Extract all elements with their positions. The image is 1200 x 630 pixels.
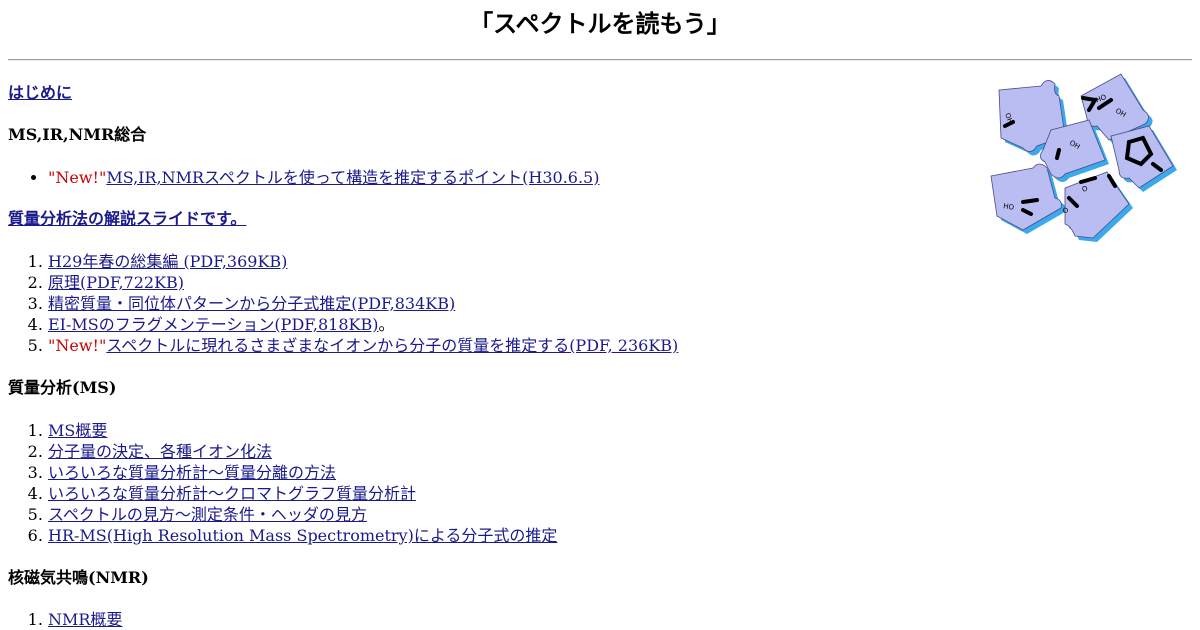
list-item: H29年春の総集編 (PDF,369KB) (48, 251, 678, 272)
list-item: 原理(PDF,722KB) (48, 272, 678, 293)
overview-heading: MS,IR,NMR総合 (8, 125, 147, 144)
page-title: 「スペクトルを読もう」 (469, 10, 731, 38)
nmr-link[interactable]: NMR概要 (48, 610, 122, 629)
slide-link[interactable]: 精密質量・同位体パターンから分子式推定(PDF,834KB) (48, 294, 455, 313)
ms-link[interactable]: いろいろな質量分析計～質量分離の方法 (48, 463, 336, 482)
nmr-heading: 核磁気共鳴(NMR) (8, 568, 149, 587)
list-item: いろいろな質量分析計～質量分離の方法 (48, 462, 557, 483)
list-item: MS概要 (48, 420, 557, 441)
list-item: "New!"MS,IR,NMRスペクトルを使って構造を推定するポイント(H30.… (48, 167, 599, 188)
list-item: 分子量の決定、各種イオン化法 (48, 441, 557, 462)
list-item: EI-MSのフラグメンテーション(PDF,818KB)。 (48, 314, 678, 335)
divider (8, 59, 1192, 61)
new-badge: "New!" (48, 336, 107, 355)
ms-link[interactable]: いろいろな質量分析計～クロマトグラフ質量分析計 (48, 484, 416, 503)
structure-estimation-link[interactable]: MS,IR,NMRスペクトルを使って構造を推定するポイント(H30.6.5) (106, 168, 599, 187)
slides-list: H29年春の総集編 (PDF,369KB) 原理(PDF,722KB) 精密質量… (8, 251, 678, 356)
puzzle-molecule-logo: OH OH OH HO O OH O (990, 73, 1177, 242)
ms-list: MS概要 分子量の決定、各種イオン化法 いろいろな質量分析計～質量分離の方法 い… (8, 420, 557, 546)
overview-list: "New!"MS,IR,NMRスペクトルを使って構造を推定するポイント(H30.… (8, 167, 599, 188)
slides-heading: 質量分析法の解説スライドです。 (8, 208, 246, 230)
list-item: NMR概要 (48, 609, 122, 630)
slides-heading-link[interactable]: 質量分析法の解説スライドです。 (8, 209, 246, 228)
new-badge: "New!" (48, 168, 107, 187)
nmr-list: NMR概要 (8, 609, 122, 630)
list-item: HR-MS(High Resolution Mass Spectrometry)… (48, 525, 557, 546)
slide-link[interactable]: スペクトルに現れるさまざまなイオンから分子の質量を推定する(PDF, 236KB… (106, 336, 678, 355)
slide-link[interactable]: H29年春の総集編 (PDF,369KB) (48, 252, 287, 271)
intro-heading: はじめに (8, 82, 72, 104)
ms-heading: 質量分析(MS) (8, 378, 117, 397)
list-item: いろいろな質量分析計～クロマトグラフ質量分析計 (48, 483, 557, 504)
intro-link[interactable]: はじめに (8, 83, 72, 102)
ms-link[interactable]: HR-MS(High Resolution Mass Spectrometry)… (48, 526, 557, 545)
list-item: "New!"スペクトルに現れるさまざまなイオンから分子の質量を推定する(PDF,… (48, 335, 678, 356)
item-suffix: 。 (378, 315, 395, 334)
list-item: 精密質量・同位体パターンから分子式推定(PDF,834KB) (48, 293, 678, 314)
ms-link[interactable]: 分子量の決定、各種イオン化法 (48, 442, 272, 461)
ms-link[interactable]: MS概要 (48, 421, 107, 440)
slide-link[interactable]: EI-MSのフラグメンテーション(PDF,818KB) (48, 315, 378, 334)
slide-link[interactable]: 原理(PDF,722KB) (48, 273, 184, 292)
ms-link[interactable]: スペクトルの見方～測定条件・ヘッダの見方 (48, 505, 367, 524)
list-item: スペクトルの見方～測定条件・ヘッダの見方 (48, 504, 557, 525)
